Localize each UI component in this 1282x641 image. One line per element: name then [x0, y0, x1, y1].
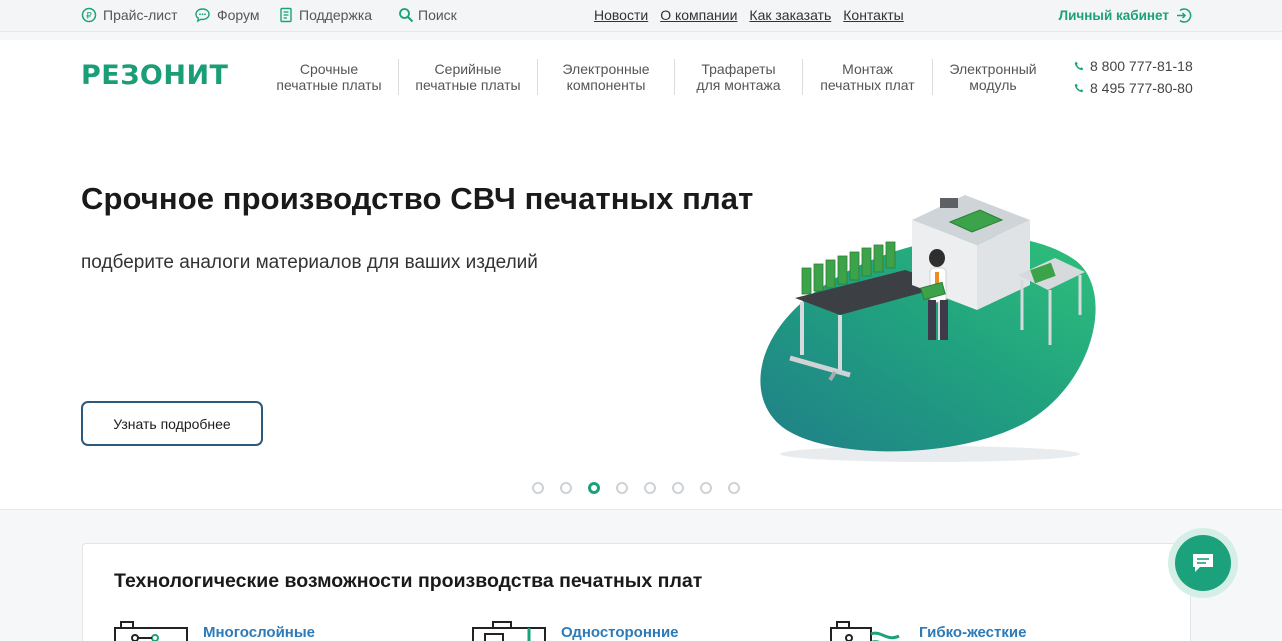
top-nav-links: Новости О компании Как заказать Контакты	[594, 7, 904, 23]
chat-icon	[1193, 554, 1213, 572]
nav-item-label: печатные платы	[276, 77, 382, 93]
phones: 8 800 777-81-18 8 495 777-80-80	[1074, 55, 1193, 99]
capabilities-title: Технологические возможности производства…	[114, 570, 703, 592]
nav-item-label: Трафареты	[701, 61, 776, 77]
forum-icon	[195, 8, 210, 23]
slide-dot[interactable]	[560, 482, 572, 494]
slide-dot[interactable]	[616, 482, 628, 494]
nav-item-assembly[interactable]: Монтаж печатных плат	[803, 59, 933, 95]
news-link[interactable]: Новости	[594, 7, 648, 23]
forum-link[interactable]: Форум	[194, 7, 260, 23]
price-list-label: Прайс-лист	[103, 7, 178, 23]
slide-dot-active[interactable]	[588, 482, 600, 494]
nav-item-label: Срочные	[299, 61, 359, 77]
capability-label: Гибко-жесткие	[919, 624, 1027, 641]
phone-icon	[1074, 83, 1084, 93]
capability-label: Многослойные	[203, 624, 316, 641]
learn-more-button[interactable]: Узнать подробнее	[81, 401, 263, 446]
search-icon	[399, 8, 414, 23]
search-label: Поиск	[418, 7, 457, 23]
support-link[interactable]: Поддержка	[279, 7, 372, 23]
phone-1[interactable]: 8 800 777-81-18	[1074, 55, 1193, 77]
slide-dot[interactable]	[644, 482, 656, 494]
support-label: Поддержка	[299, 7, 373, 23]
main-nav: Срочные печатные платы Серийные печатные п…	[260, 59, 1053, 95]
slide-dot[interactable]	[532, 482, 544, 494]
pcb-production-illustration	[760, 195, 1096, 462]
nav-item-label: Электронные	[562, 61, 650, 77]
chat-button-inner	[1175, 535, 1231, 591]
single-sided-pcb-icon	[472, 621, 546, 641]
nav-item-urgent-pcb[interactable]: Срочные печатные платы	[260, 59, 399, 95]
phone-number: 8 495 777-80-80	[1090, 80, 1193, 96]
nav-item-serial-pcb[interactable]: Серийные печатные платы	[399, 59, 538, 95]
nav-item-label: компоненты	[566, 77, 646, 93]
price-icon: ₽	[81, 7, 97, 23]
capabilities-card: Технологические возможности производства…	[82, 543, 1191, 641]
chat-button[interactable]	[1168, 528, 1238, 598]
nav-item-label: Серийные	[434, 61, 502, 77]
svg-text:₽: ₽	[86, 12, 92, 22]
personal-account-link[interactable]: Личный кабинет	[1059, 7, 1192, 24]
nav-item-label: для монтажа	[696, 77, 781, 93]
nav-item-label: Электронный	[949, 61, 1037, 77]
main-header: РЕЗОНИТ Срочные печатные платы Серийные пе…	[0, 40, 1282, 115]
capability-label: Односторонние	[561, 624, 679, 641]
search-link[interactable]: Поиск	[398, 7, 457, 23]
slide-dot[interactable]	[728, 482, 740, 494]
how-to-order-link[interactable]: Как заказать	[749, 7, 831, 23]
forum-label: Форум	[217, 7, 260, 23]
phone-icon	[1074, 61, 1084, 71]
nav-item-label: модуль	[969, 77, 1017, 93]
nav-item-label: печатных плат	[820, 77, 915, 93]
nav-item-label: печатные платы	[415, 77, 521, 93]
hero-title: Срочное производство СВЧ печатных плат	[81, 181, 754, 216]
nav-item-components[interactable]: Электронные компоненты	[538, 59, 675, 95]
contacts-link[interactable]: Контакты	[843, 7, 903, 23]
support-icon	[280, 7, 292, 23]
hero-slider: Срочное производство СВЧ печатных плат п…	[0, 115, 1282, 510]
capability-multilayer[interactable]: Многослойные	[113, 620, 315, 641]
phone-number: 8 800 777-81-18	[1090, 58, 1193, 74]
slider-pagination	[532, 482, 740, 494]
hero-subtitle: подберите аналоги материалов для ваших и…	[81, 252, 538, 273]
price-list-link[interactable]: ₽ Прайс-лист	[81, 7, 178, 23]
phone-2[interactable]: 8 495 777-80-80	[1074, 77, 1193, 99]
nav-item-electronic-module[interactable]: Электронный модуль	[933, 59, 1053, 95]
personal-account-label: Личный кабинет	[1058, 8, 1169, 23]
nav-item-label: Монтаж	[842, 61, 893, 77]
slide-dot[interactable]	[700, 482, 712, 494]
logo[interactable]: РЕЗОНИТ	[81, 60, 228, 91]
capability-single-sided[interactable]: Односторонние	[471, 620, 679, 641]
rigid-flex-pcb-icon	[830, 621, 900, 641]
about-link[interactable]: О компании	[660, 7, 737, 23]
capability-rigid-flex[interactable]: Гибко-жесткие	[829, 620, 1026, 641]
login-icon	[1177, 8, 1192, 23]
nav-item-stencils[interactable]: Трафареты для монтажа	[675, 59, 803, 95]
slide-dot[interactable]	[672, 482, 684, 494]
multilayer-pcb-icon	[114, 621, 188, 641]
top-utility-bar: ₽ Прайс-лист Форум Поддержка Поиск Новос…	[0, 0, 1282, 32]
